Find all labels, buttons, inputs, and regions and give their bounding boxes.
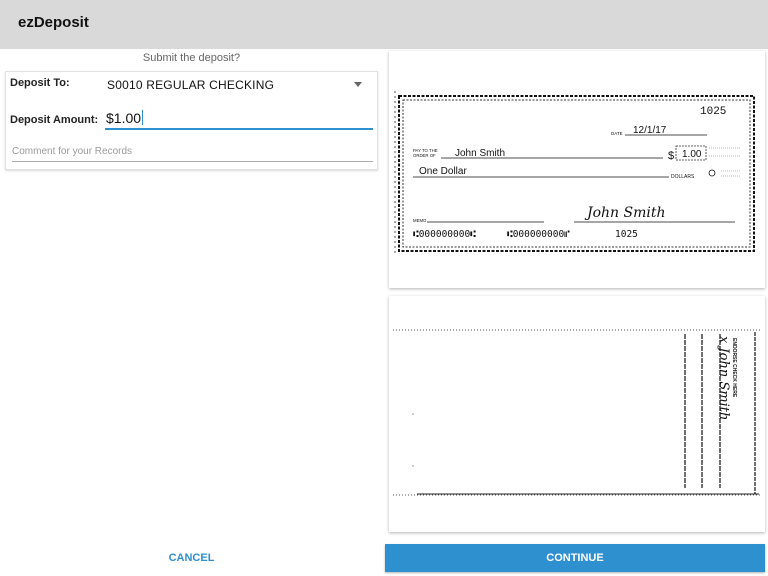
check-back-drawing: ENDORSE CHECK HERE x John Smith	[389, 296, 765, 532]
app-bar: ezDeposit	[0, 0, 768, 49]
deposit-amount-input[interactable]: $1.00	[105, 108, 373, 130]
pay-to-label-2: ORDER OF	[413, 153, 436, 158]
continue-button[interactable]: CONTINUE	[385, 544, 765, 572]
date-label: DATE	[611, 131, 623, 136]
check-back-image[interactable]: ENDORSE CHECK HERE x John Smith	[389, 296, 765, 532]
written-amount: One Dollar	[419, 166, 467, 177]
check-number: 1025	[700, 106, 726, 118]
deposit-amount-value: $1.00	[106, 110, 142, 126]
deposit-to-label: Deposit To:	[10, 77, 70, 89]
deposit-amount-label: Deposit Amount:	[10, 114, 99, 126]
payee-name: John Smith	[455, 148, 505, 159]
cancel-button[interactable]: CANCEL	[0, 544, 383, 572]
submit-prompt: Submit the deposit?	[142, 52, 241, 64]
micr-account: ⑆000000000⑈	[507, 229, 570, 240]
check-amount: 1.00	[682, 149, 702, 160]
deposit-form-card: Deposit To: S0010 REGULAR CHECKING Depos…	[5, 71, 378, 170]
check-date: 12/1/17	[633, 125, 667, 136]
check-front-drawing: 1025 DATE 12/1/17 PAY TO THE ORDER OF Jo…	[389, 51, 765, 288]
dropdown-arrow-icon[interactable]	[354, 82, 362, 87]
comment-placeholder: Comment for your Records	[12, 146, 133, 157]
app-title: ezDeposit	[18, 14, 89, 31]
memo-label: MEMO	[413, 218, 427, 223]
micr-number: 1025	[615, 229, 638, 240]
dollars-label: DOLLARS	[671, 174, 695, 180]
micr-routing: ⑆000000000⑆	[413, 229, 476, 240]
endorsement-signature: x John Smith	[716, 336, 731, 420]
signature: John Smith	[584, 205, 666, 221]
comment-input[interactable]: Comment for your Records	[12, 146, 373, 162]
account-select-value[interactable]: S0010 REGULAR CHECKING	[107, 78, 274, 92]
check-front-image[interactable]: 1025 DATE 12/1/17 PAY TO THE ORDER OF Jo…	[389, 51, 765, 288]
dollar-sign: $	[668, 150, 674, 162]
text-caret	[142, 110, 144, 125]
